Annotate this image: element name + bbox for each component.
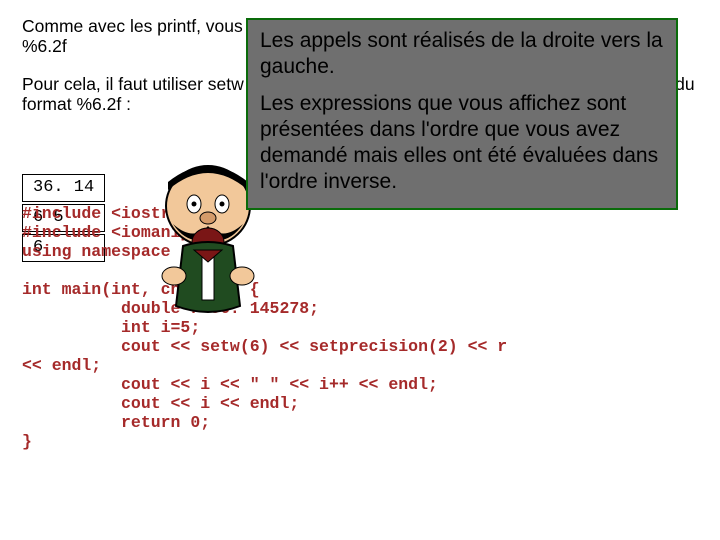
code-line: return 0; — [22, 413, 210, 432]
code-line: cout << setw(6) << setprecision(2) << r — [22, 337, 507, 356]
tooltip-line-1: Les appels sont réalisés de la droite ve… — [260, 28, 664, 81]
tooltip-line-2: Les expressions que vous affichez sont p… — [260, 91, 664, 196]
code-listing: #include <iostream> #include <iomanip> u… — [22, 205, 700, 452]
code-line: cout << i << endl; — [22, 394, 299, 413]
code-line: } — [22, 432, 32, 451]
output-box-1: 36. 14 — [22, 174, 105, 202]
code-line: << endl; — [22, 356, 101, 375]
code-line: cout << i << " " << i++ << endl; — [22, 375, 438, 394]
explanation-tooltip: Les appels sont réalisés de la droite ve… — [246, 18, 678, 210]
